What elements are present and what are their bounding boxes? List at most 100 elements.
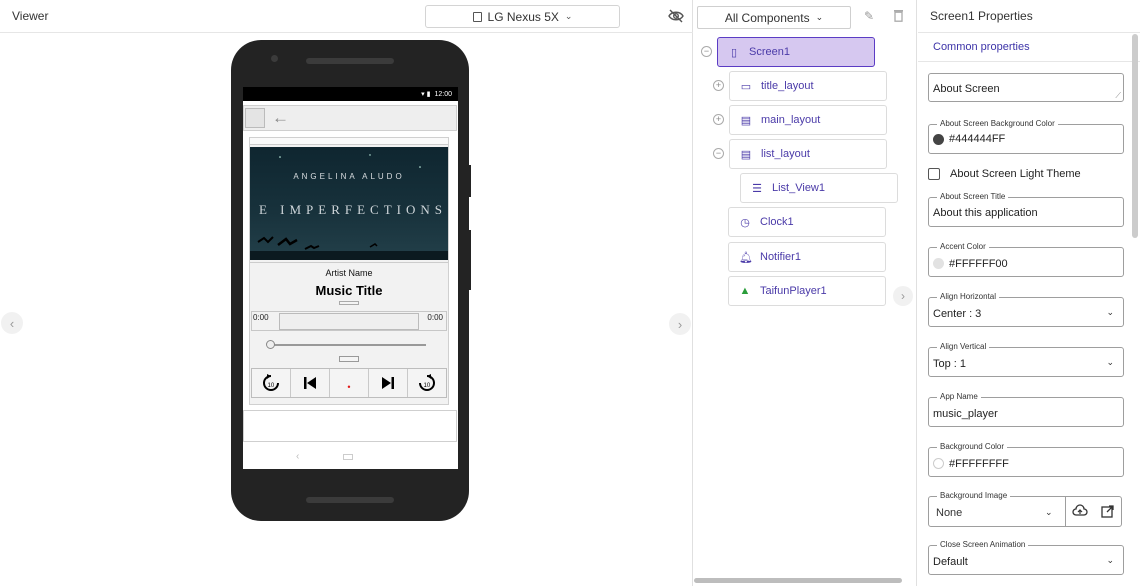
- tree-item-main-layout[interactable]: ▤ main_layout: [729, 105, 887, 135]
- skip-previous-icon: [304, 377, 316, 389]
- chevron-right-icon[interactable]: ›: [893, 286, 913, 306]
- field-label: About Screen Title: [937, 192, 1009, 201]
- tree-item-taifunplayer1[interactable]: ▲ TaifunPlayer1: [728, 276, 886, 306]
- chevron-down-icon[interactable]: ⌄: [1045, 507, 1053, 518]
- viewer-title: Viewer: [12, 9, 49, 23]
- tree-item-title-layout[interactable]: ▭ title_layout: [729, 71, 887, 101]
- field-label: Background Color: [937, 442, 1008, 451]
- eye-off-icon[interactable]: [668, 9, 684, 23]
- player-info: Artist Name Music Title 0:00 0:00 10 • 1…: [250, 262, 448, 406]
- color-swatch: [933, 134, 944, 145]
- tree-item-screen1[interactable]: ▯ Screen1: [717, 37, 875, 67]
- replay-10-button[interactable]: 10: [252, 369, 291, 397]
- play-icon: •: [347, 382, 351, 392]
- tab-common-properties[interactable]: Common properties: [933, 41, 1030, 53]
- title-image-placeholder[interactable]: [245, 108, 265, 128]
- field-value: #FFFFFFFF: [949, 458, 1009, 470]
- properties-panel: Screen1 Properties Common properties Abo…: [918, 0, 1140, 586]
- playback-controls: 10 • 10: [251, 368, 447, 398]
- clock-icon: ◷: [740, 216, 750, 229]
- title-layout[interactable]: ←: [243, 105, 457, 131]
- device-select[interactable]: LG Nexus 5X ⌄: [425, 5, 620, 28]
- tree-item-list-layout[interactable]: ▤ list_layout: [729, 139, 887, 169]
- close-screen-animation-select[interactable]: Close Screen Animation Default ⌄: [928, 540, 1124, 575]
- field-label: Align Horizontal: [937, 292, 1000, 301]
- collapse-toggle-icon[interactable]: −: [713, 148, 724, 159]
- time-start: 0:00: [253, 313, 269, 322]
- tree-item-clock1[interactable]: ◷ Clock1: [728, 207, 886, 237]
- open-external-icon[interactable]: [1101, 505, 1114, 518]
- accent-color-field[interactable]: Accent Color #FFFFFF00: [928, 242, 1124, 277]
- horizontal-layout-icon: ▭: [740, 80, 752, 93]
- seek-slider[interactable]: [266, 340, 426, 349]
- tree-item-label: TaifunPlayer1: [760, 285, 827, 297]
- app-name-field[interactable]: App Name music_player: [928, 392, 1124, 427]
- tree-item-label: list_layout: [761, 148, 810, 160]
- nav-home-icon: [343, 454, 353, 460]
- about-screen-value: About Screen: [933, 83, 1000, 95]
- background-image-field[interactable]: Background Image None ⌄: [928, 491, 1122, 527]
- field-label: Align Vertical: [937, 342, 990, 351]
- about-bg-color-field[interactable]: About Screen Background Color #444444FF: [928, 119, 1124, 154]
- phone-icon: ▯: [730, 46, 738, 59]
- vertical-layout-icon: ▤: [740, 148, 752, 161]
- background-color-field[interactable]: Background Color #FFFFFFFF: [928, 442, 1124, 477]
- device-label: LG Nexus 5X: [487, 9, 559, 24]
- album-artist-text: ANGELINA ALUDO: [293, 172, 405, 181]
- about-title-field[interactable]: About Screen Title About this applicatio…: [928, 192, 1124, 227]
- field-value: Default: [933, 556, 968, 568]
- small-spacer: [339, 301, 359, 305]
- phone-side-button: [468, 165, 471, 197]
- phone-screen: ▾ ▮ 12:00 ← ANGELINA ALUDO E IMPERFECTIO…: [243, 87, 458, 469]
- forward-10-button[interactable]: 10: [408, 369, 446, 397]
- vertical-scrollbar[interactable]: [1132, 34, 1138, 238]
- field-value: music_player: [933, 408, 998, 420]
- about-screen-textarea[interactable]: About Screen ⟋: [928, 73, 1124, 102]
- list-layout[interactable]: [243, 410, 457, 442]
- back-arrow-icon[interactable]: ←: [272, 108, 289, 128]
- player-extension-icon: ▲: [739, 285, 751, 297]
- divider: [1065, 497, 1066, 526]
- expand-toggle-icon[interactable]: +: [713, 114, 724, 125]
- play-button[interactable]: •: [330, 369, 369, 397]
- components-filter-label: All Components: [724, 10, 810, 25]
- components-filter-dropdown[interactable]: All Components ⌄: [697, 6, 851, 29]
- cloud-upload-icon[interactable]: [1072, 504, 1088, 518]
- music-title: Music Title: [315, 283, 383, 298]
- align-horizontal-select[interactable]: Align Horizontal Center : 3 ⌄: [928, 292, 1124, 327]
- tree-item-notifier1[interactable]: 🔔︎ Notifier1: [728, 242, 886, 272]
- wifi-battery-icon: ▾ ▮: [421, 91, 431, 98]
- viewer-panel: Viewer LG Nexus 5X ⌄ ‹ › ▾ ▮ 12:00 ← ANG…: [0, 0, 693, 586]
- components-panel: All Components ⌄ ✎ − + + − ▯ Screen1 ▭ t…: [694, 0, 917, 586]
- previous-button[interactable]: [291, 369, 330, 397]
- main-layout[interactable]: ANGELINA ALUDO E IMPERFECTIONS Artist Na…: [249, 137, 449, 405]
- chevron-down-icon: ⌄: [815, 12, 824, 22]
- chevron-down-icon: ⌄: [1106, 555, 1114, 565]
- time-progress-box: [279, 313, 419, 330]
- about-light-theme-row[interactable]: About Screen Light Theme: [928, 168, 1081, 180]
- status-bar: ▾ ▮ 12:00: [243, 87, 458, 101]
- properties-title: Screen1 Properties: [930, 9, 1033, 23]
- pencil-icon[interactable]: ✎: [864, 9, 874, 23]
- scroll-left-arrow-icon[interactable]: ‹: [1, 312, 23, 334]
- trash-icon[interactable]: [893, 9, 904, 22]
- horizontal-scrollbar[interactable]: [694, 578, 902, 583]
- time-end: 0:00: [427, 313, 443, 322]
- slider-thumb[interactable]: [266, 340, 275, 349]
- properties-tabbar: Common properties: [918, 34, 1140, 62]
- expand-toggle-icon[interactable]: +: [713, 80, 724, 91]
- scroll-right-arrow-icon[interactable]: ›: [669, 313, 691, 335]
- vertical-layout-icon: ▤: [740, 114, 752, 127]
- tree-item-list-view1[interactable]: ☰ List_View1: [740, 173, 898, 203]
- align-vertical-select[interactable]: Align Vertical Top : 1 ⌄: [928, 342, 1124, 377]
- replay-10-icon: 10: [263, 374, 279, 391]
- field-value: About this application: [933, 207, 1038, 219]
- artist-name: Artist Name: [325, 268, 373, 278]
- bell-icon: 🔔︎: [739, 251, 753, 264]
- about-light-theme-checkbox[interactable]: [928, 168, 940, 180]
- field-value: Top : 1: [933, 358, 967, 370]
- phone-mockup: ▾ ▮ 12:00 ← ANGELINA ALUDO E IMPERFECTIO…: [231, 40, 471, 521]
- collapse-toggle-icon[interactable]: −: [701, 46, 712, 57]
- next-button[interactable]: [369, 369, 408, 397]
- album-art: ANGELINA ALUDO E IMPERFECTIONS: [250, 147, 448, 260]
